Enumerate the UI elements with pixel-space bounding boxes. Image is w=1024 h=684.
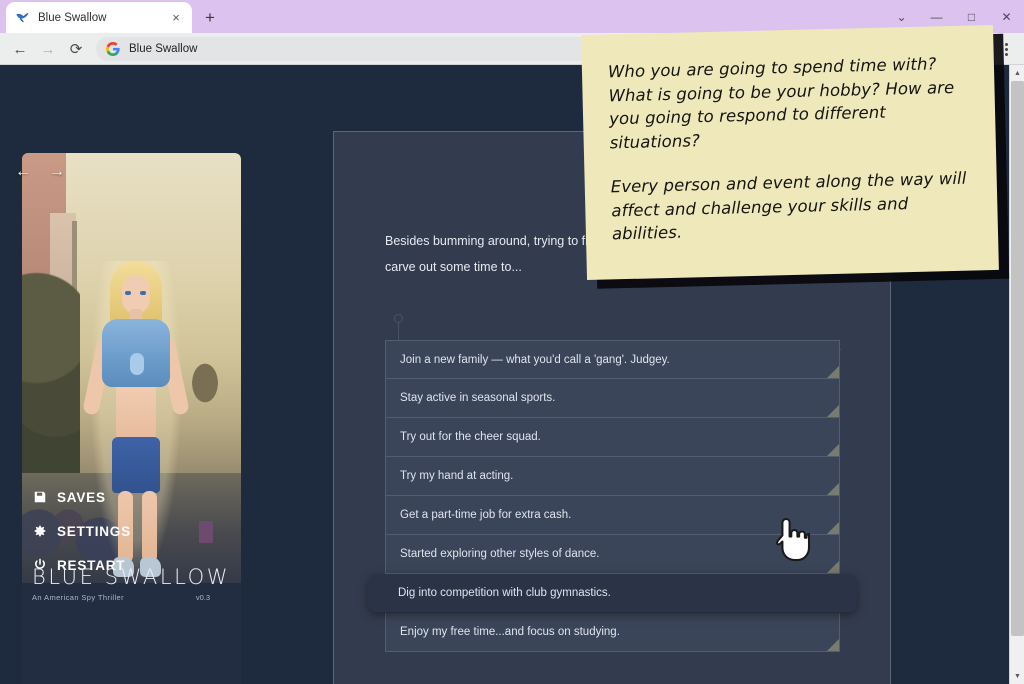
right-foliage — [185, 353, 225, 413]
mouse-cursor-pointer-icon — [775, 517, 811, 563]
logo-title: BLUE SWALLOW — [32, 565, 222, 589]
choice-label: Started exploring other styles of dance. — [400, 548, 599, 560]
tab-title: Blue Swallow — [38, 12, 168, 24]
reload-icon[interactable]: ⟳ — [62, 35, 90, 63]
sidebar-item-saves[interactable]: SAVES — [32, 484, 212, 510]
choice-corner-marker — [827, 483, 839, 495]
scroll-down-arrow-icon[interactable]: ▼ — [1010, 668, 1024, 684]
choice-corner-marker — [827, 444, 839, 456]
back-icon[interactable]: ← — [6, 35, 34, 63]
choice-label: Join a new family — what you'd call a 'g… — [400, 354, 670, 366]
history-forward-arrow-icon[interactable]: → — [48, 163, 66, 181]
address-bar-text: Blue Swallow — [129, 43, 197, 55]
choice-option-1[interactable]: Join a new family — what you'd call a 'g… — [385, 340, 840, 379]
choice-corner-marker — [827, 366, 839, 378]
choice-option-2[interactable]: Stay active in seasonal sports. — [385, 379, 840, 418]
character-shirt-knot — [130, 353, 144, 375]
logo-subtitle: An American Spy Thriller — [32, 593, 124, 602]
history-back-arrow-icon[interactable]: ← — [14, 163, 32, 181]
character-eye-left — [125, 291, 131, 295]
choice-label: Stay active in seasonal sports. — [400, 392, 555, 404]
street-trees — [22, 253, 80, 503]
game-logo: BLUE SWALLOW An American Spy Thriller v0… — [32, 565, 222, 602]
forward-icon: → — [34, 35, 62, 63]
browser-tab-blue-swallow[interactable]: Blue Swallow × — [6, 2, 192, 33]
swallow-bird-icon — [14, 10, 30, 26]
page-scrollbar[interactable]: ▲ ▼ — [1009, 65, 1024, 684]
choice-corner-marker — [827, 405, 839, 417]
new-tab-button[interactable]: + — [196, 3, 224, 31]
choice-list: Join a new family — what you'd call a 'g… — [385, 340, 840, 652]
choice-label: Get a part-time job for extra cash. — [400, 509, 571, 521]
choice-label: Enjoy my free time...and focus on studyi… — [400, 626, 620, 638]
character-eye-right — [140, 291, 146, 295]
choice-option-7[interactable]: Dig into competition with club gymnastic… — [368, 574, 857, 612]
sidebar-item-settings[interactable]: SETTINGS — [32, 518, 212, 544]
note-paragraph-2: Every person and event along the way wil… — [611, 166, 977, 245]
choice-option-6[interactable]: Started exploring other styles of dance. — [385, 535, 840, 574]
close-window-icon[interactable]: ✕ — [989, 0, 1024, 33]
choice-label: Try my hand at acting. — [400, 470, 513, 482]
sidebar-label-saves: SAVES — [57, 490, 106, 505]
character-side-panel — [22, 153, 241, 684]
note-paragraph-1: Who you are going to spend time with? Wh… — [608, 52, 974, 155]
gear-icon — [32, 524, 47, 539]
choice-label: Dig into competition with club gymnastic… — [398, 587, 611, 599]
character-midriff — [116, 383, 156, 441]
logo-subtitle-row: An American Spy Thriller v0.3 — [32, 593, 210, 602]
choice-corner-marker — [827, 522, 839, 534]
choice-option-8[interactable]: Enjoy my free time...and focus on studyi… — [385, 613, 840, 652]
choice-option-5[interactable]: Get a part-time job for extra cash. — [385, 496, 840, 535]
choice-corner-marker — [827, 639, 839, 651]
save-disk-icon — [32, 490, 47, 505]
choice-option-4[interactable]: Try my hand at acting. — [385, 457, 840, 496]
choice-label: Try out for the cheer squad. — [400, 431, 541, 443]
scrollbar-thumb[interactable] — [1011, 81, 1024, 636]
choice-option-3[interactable]: Try out for the cheer squad. — [385, 418, 840, 457]
three-dot-menu-icon[interactable] — [994, 35, 1018, 63]
google-g-icon — [106, 42, 121, 57]
sticky-note-overlay: Who you are going to spend time with? Wh… — [581, 25, 999, 280]
close-icon[interactable]: × — [168, 10, 184, 26]
sidebar-label-settings: SETTINGS — [57, 524, 131, 539]
browser-window: Blue Swallow × + ⌄ — □ ✕ ← → ⟳ Blue Swal… — [0, 0, 1024, 684]
scroll-up-arrow-icon[interactable]: ▲ — [1010, 65, 1024, 81]
decoration-ring-icon — [394, 314, 403, 323]
logo-version: v0.3 — [196, 593, 210, 602]
choice-corner-marker — [827, 561, 839, 573]
